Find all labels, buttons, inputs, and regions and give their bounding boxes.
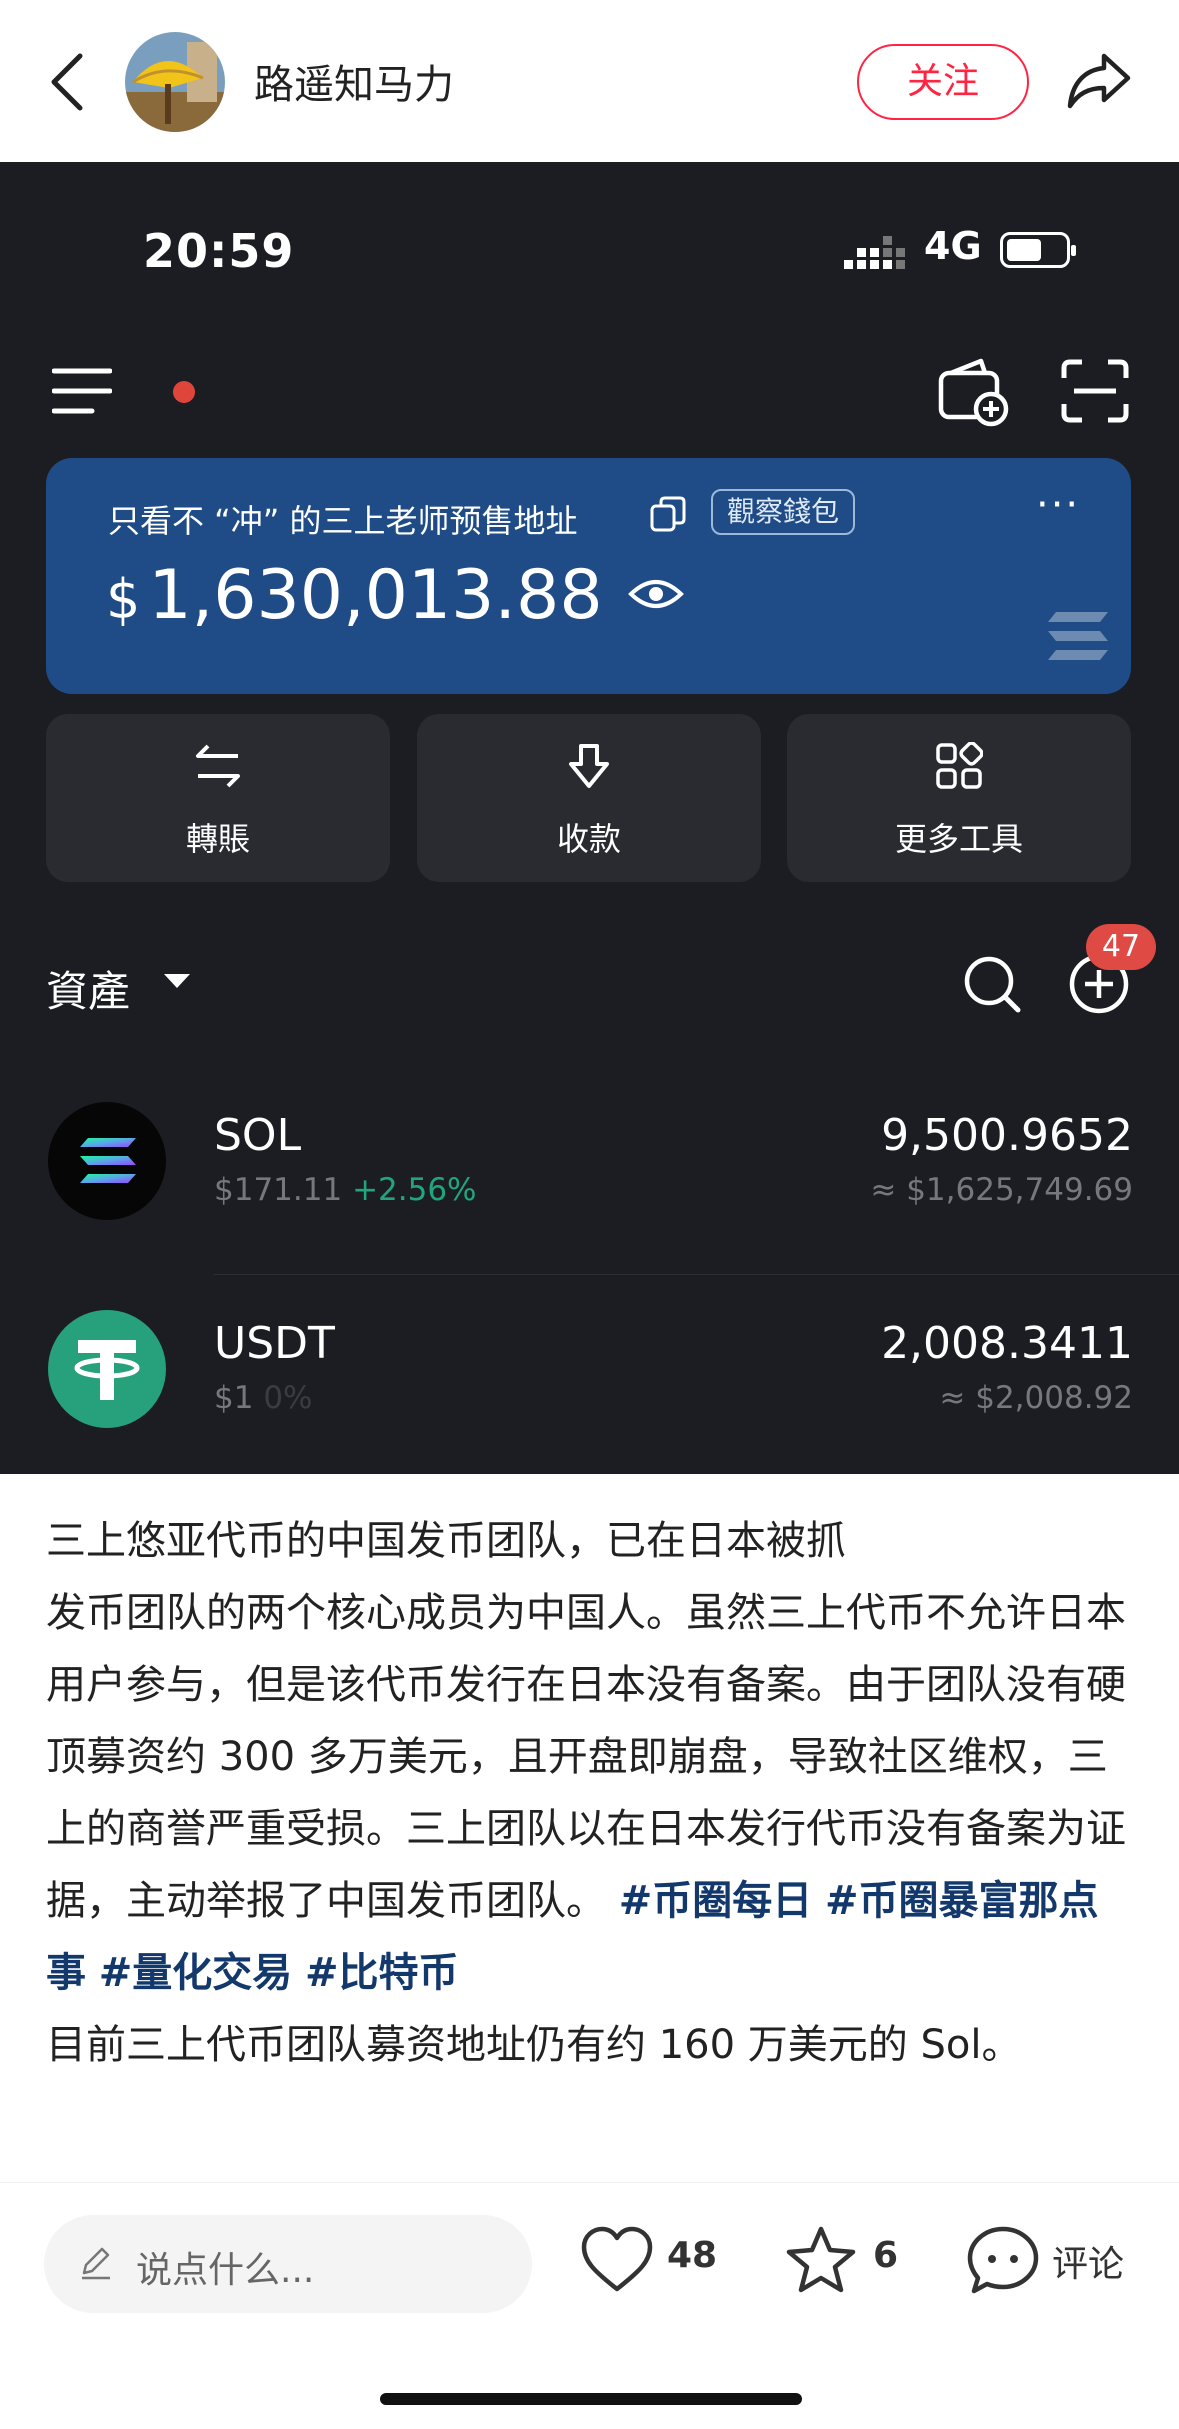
asset-value: ≈ $2,008.92 — [939, 1380, 1133, 1416]
like-count: 48 — [667, 2235, 718, 2276]
divider — [214, 1274, 1179, 1275]
back-arrow-icon[interactable] — [44, 50, 88, 114]
post-body: 三上悠亚代币的中国发币团队，已在日本被抓 发币团队的两个核心成员为中国人。虽然三… — [46, 1505, 1136, 2081]
tether-icon — [48, 1310, 166, 1428]
comment-placeholder: 说点什么... — [136, 2250, 315, 2291]
copy-icon[interactable] — [649, 495, 687, 533]
menu-icon[interactable] — [52, 366, 112, 416]
hashtag-link[interactable]: #比特币 — [305, 1950, 459, 1996]
star-icon[interactable] — [784, 2225, 858, 2295]
total-balance: $1,630,013.88 — [106, 556, 603, 635]
comment-icon[interactable] — [966, 2225, 1040, 2295]
add-wallet-icon[interactable] — [937, 357, 1011, 427]
asset-amount: 2,008.3411 — [881, 1318, 1133, 1369]
comment-label[interactable]: 评论 — [1052, 2235, 1124, 2287]
favorite-count: 6 — [873, 2235, 899, 2276]
battery-icon — [1000, 232, 1076, 268]
count-badge: 47 — [1086, 924, 1156, 970]
follow-button[interactable]: 关注 — [857, 44, 1029, 120]
asset-value: ≈ $1,625,749.69 — [870, 1172, 1133, 1208]
receive-button[interactable]: 收款 — [417, 714, 761, 882]
asset-symbol: SOL — [214, 1110, 302, 1161]
watch-wallet-tag: 觀察錢包 — [711, 489, 856, 535]
eye-icon[interactable] — [628, 574, 684, 614]
bottom-action-bar: 说点什么... 48 6 评论 — [0, 2182, 1179, 2429]
wallet-card[interactable]: 只看不 “冲” 的三上老师预售地址 觀察錢包 ··· $1,630,013.88 — [46, 458, 1131, 694]
more-tools-icon — [936, 742, 983, 789]
asset-price: $1 — [214, 1380, 254, 1416]
notification-dot — [173, 381, 195, 403]
assets-dropdown[interactable]: 資產 — [46, 958, 130, 1019]
asset-change: 0% — [263, 1380, 313, 1416]
receive-label: 收款 — [556, 820, 621, 858]
transfer-icon — [196, 744, 240, 788]
hashtag-link[interactable]: #量化交易 — [99, 1950, 293, 1996]
signal-icon — [844, 236, 905, 269]
share-icon[interactable] — [1064, 48, 1134, 114]
comment-input[interactable]: 说点什么... — [44, 2215, 532, 2313]
solana-icon — [48, 1102, 166, 1220]
receive-icon — [569, 744, 609, 788]
transfer-button[interactable]: 轉賬 — [46, 714, 390, 882]
search-icon[interactable] — [960, 952, 1024, 1016]
wallet-name: 只看不 “冲” 的三上老师预售地址 — [108, 502, 578, 540]
asset-symbol: USDT — [214, 1318, 335, 1369]
solana-watermark-icon — [1048, 612, 1108, 660]
hashtag-link[interactable]: #币圈每日 — [619, 1878, 813, 1924]
more-tools-label: 更多工具 — [894, 820, 1023, 858]
post-paragraph: 三上悠亚代币的中国发币团队，已在日本被抓 — [46, 1518, 846, 1564]
asset-row-usdt[interactable]: USDT $1 0% 2,008.3411 ≈ $2,008.92 — [0, 1310, 1179, 1474]
author-avatar[interactable] — [125, 32, 225, 132]
heart-icon[interactable] — [580, 2225, 654, 2295]
asset-change: +2.56% — [352, 1172, 477, 1208]
author-name[interactable]: 路遥知马力 — [254, 52, 454, 110]
pencil-icon — [82, 2247, 110, 2280]
more-tools-button[interactable]: 更多工具 — [787, 714, 1131, 882]
asset-price-change: $1 0% — [214, 1380, 313, 1416]
asset-price-change: $171.11 +2.56% — [214, 1172, 477, 1208]
asset-price: $171.11 — [214, 1172, 343, 1208]
network-type: 4G — [924, 224, 982, 268]
post-paragraph: 目前三上代币团队募资地址仍有约 160 万美元的 Sol。 — [46, 2022, 1022, 2068]
top-app-bar: 路遥知马力 关注 — [0, 0, 1179, 162]
status-time: 20:59 — [143, 224, 295, 278]
scan-icon[interactable] — [1060, 358, 1130, 424]
post-paragraph: 发币团队的两个核心成员为中国人。虽然三上代币不允许日本用户参与，但是该代币发行在… — [46, 1590, 1126, 1996]
transfer-label: 轉賬 — [185, 820, 250, 858]
home-indicator — [380, 2393, 802, 2405]
post-image-wallet-screenshot[interactable]: 20:59 4G 只看不 “冲” 的三上老师预售地址 觀察錢包 ··· $ 1,… — [0, 162, 1179, 1474]
asset-amount: 9,500.9652 — [881, 1110, 1133, 1161]
chevron-down-icon[interactable] — [164, 974, 190, 988]
more-options-icon[interactable]: ··· — [1036, 482, 1080, 528]
asset-row-sol[interactable]: SOL $171.11 +2.56% 9,500.9652 ≈ $1,625,7… — [0, 1102, 1179, 1272]
